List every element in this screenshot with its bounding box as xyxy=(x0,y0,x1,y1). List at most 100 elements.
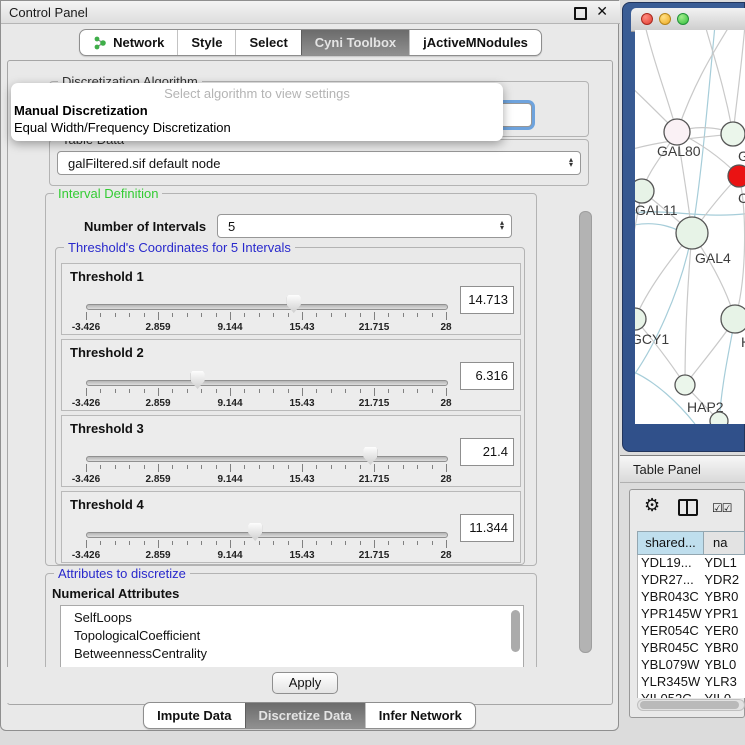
tick xyxy=(115,465,116,469)
tick xyxy=(172,541,173,545)
threshold-3-value[interactable]: 21.4 xyxy=(460,438,514,466)
slider-thumb[interactable] xyxy=(191,371,205,389)
network-node[interactable] xyxy=(676,217,708,249)
minimize-traffic-light[interactable] xyxy=(659,13,671,25)
main-scrollbar[interactable] xyxy=(579,211,592,653)
horizontal-scrollbar-thumb[interactable] xyxy=(640,701,739,709)
table-row[interactable]: YDL19...YDL1 xyxy=(638,555,745,572)
table-row[interactable]: YER054CYER0 xyxy=(638,623,745,640)
columns-icon[interactable] xyxy=(678,499,698,516)
network-window-titlebar[interactable] xyxy=(631,8,745,32)
tick-label: -3.426 xyxy=(72,474,100,485)
close-icon[interactable]: ✕ xyxy=(596,3,608,20)
tick xyxy=(331,465,332,469)
tick xyxy=(144,541,145,545)
slider-track[interactable] xyxy=(86,304,448,310)
tick xyxy=(259,465,260,469)
table-row[interactable]: YBR045CYBR0 xyxy=(638,640,745,657)
tab-jactivemnodules[interactable]: jActiveMNodules xyxy=(409,30,541,55)
checkboxes-icon[interactable]: ☑☑ xyxy=(712,501,732,515)
tick xyxy=(187,389,188,393)
tick-label: 2.859 xyxy=(145,322,170,333)
tick xyxy=(273,389,274,393)
network-node[interactable] xyxy=(635,308,646,330)
slider-track[interactable] xyxy=(86,456,448,462)
network-node[interactable] xyxy=(635,179,654,203)
tick xyxy=(388,313,389,317)
tab-infer-network[interactable]: Infer Network xyxy=(365,703,475,728)
network-canvas[interactable]: GAL80GCGAL11GAL4GCY1HHAP2 xyxy=(635,30,745,424)
tick xyxy=(417,541,418,545)
tick xyxy=(417,313,418,317)
column-header-shared[interactable]: shared... xyxy=(637,531,704,555)
apply-button[interactable]: Apply xyxy=(272,672,338,694)
slider-thumb[interactable] xyxy=(363,447,377,465)
slider-track[interactable] xyxy=(86,380,448,386)
number-of-intervals-spinner[interactable]: 5 ▴▾ xyxy=(217,214,512,238)
network-node[interactable] xyxy=(721,305,745,333)
tab-network[interactable]: Network xyxy=(80,30,177,55)
tick-label: 28 xyxy=(440,550,451,561)
slider-tick-labels: -3.4262.8599.14415.4321.71528 xyxy=(86,550,446,562)
tick xyxy=(259,541,260,545)
tab-impute-data[interactable]: Impute Data xyxy=(144,703,244,728)
tab-select[interactable]: Select xyxy=(235,30,300,55)
network-node[interactable] xyxy=(710,412,728,424)
threshold-2-value[interactable]: 6.316 xyxy=(460,362,514,390)
slider-thumb[interactable] xyxy=(287,295,301,313)
table-data-combobox[interactable]: galFiltered.sif default node ▴▾ xyxy=(57,151,581,175)
table-row[interactable]: YDR27...YDR2 xyxy=(638,572,745,589)
tick xyxy=(244,465,245,469)
tick-label: 15.43 xyxy=(289,550,314,561)
tick xyxy=(345,465,346,469)
network-nodes[interactable]: GAL80GCGAL11GAL4GCY1HHAP2 xyxy=(635,119,745,424)
tick-label: 2.859 xyxy=(145,398,170,409)
tick-label: 28 xyxy=(440,474,451,485)
attributes-group-title: Attributes to discretize xyxy=(54,566,190,581)
table-row[interactable]: YBR043CYBR0 xyxy=(638,589,745,606)
slider-track[interactable] xyxy=(86,532,448,538)
popup-placeholder: Select algorithm to view settings xyxy=(11,86,503,101)
zoom-traffic-light[interactable] xyxy=(677,13,689,25)
tick xyxy=(302,540,303,548)
network-node[interactable] xyxy=(675,375,695,395)
slider-thumb[interactable] xyxy=(248,523,262,541)
float-window-icon[interactable] xyxy=(574,7,587,20)
table-row[interactable]: YPR145WYPR1 xyxy=(638,606,745,623)
threshold-1-value[interactable]: 14.713 xyxy=(460,286,514,314)
table-row[interactable]: YBL079WYBL0 xyxy=(638,657,745,674)
tab-cyni-toolbox[interactable]: Cyni Toolbox xyxy=(301,30,409,55)
tick xyxy=(187,313,188,317)
network-node[interactable] xyxy=(664,119,690,145)
tick-label: 21.715 xyxy=(359,398,390,409)
network-view-window: GAL80GCGAL11GAL4GCY1HHAP2 xyxy=(622,2,745,452)
close-traffic-light[interactable] xyxy=(641,13,653,25)
tick xyxy=(187,541,188,545)
column-header-name[interactable]: na xyxy=(704,531,745,555)
tick xyxy=(86,464,87,472)
popup-option-equal-width[interactable]: Equal Width/Frequency Discretization xyxy=(14,120,231,135)
gear-icon[interactable]: ⚙ xyxy=(644,495,660,516)
list-item[interactable]: TopologicalCoefficient xyxy=(61,627,523,645)
horizontal-scrollbar[interactable] xyxy=(637,699,745,711)
network-node-label: GAL11 xyxy=(635,202,678,218)
table-row[interactable]: YLR345WYLR3 xyxy=(638,674,745,691)
table-row[interactable]: YIL052CYIL0 xyxy=(638,691,745,698)
bottom-tab-group: Impute Data Discretize Data Infer Networ… xyxy=(143,702,476,729)
list-scrollbar[interactable] xyxy=(511,610,520,652)
tab-discretize-data[interactable]: Discretize Data xyxy=(245,703,365,728)
list-item[interactable]: SelfLoops xyxy=(61,606,523,627)
tick xyxy=(403,541,404,545)
table-data-value: galFiltered.sif default node xyxy=(68,156,220,171)
threshold-4-value[interactable]: 11.344 xyxy=(460,514,514,542)
network-node[interactable] xyxy=(721,122,745,146)
popup-option-manual-discretization[interactable]: Manual Discretization xyxy=(14,103,148,118)
tick xyxy=(432,541,433,545)
tick-label: 15.43 xyxy=(289,322,314,333)
tick xyxy=(100,541,101,545)
threshold-3-slider: -3.4262.8599.14415.4321.71528 xyxy=(86,444,446,484)
tab-style[interactable]: Style xyxy=(177,30,235,55)
tick xyxy=(216,541,217,545)
list-item[interactable]: BetweennessCentrality xyxy=(61,645,523,663)
network-node[interactable] xyxy=(728,165,745,187)
